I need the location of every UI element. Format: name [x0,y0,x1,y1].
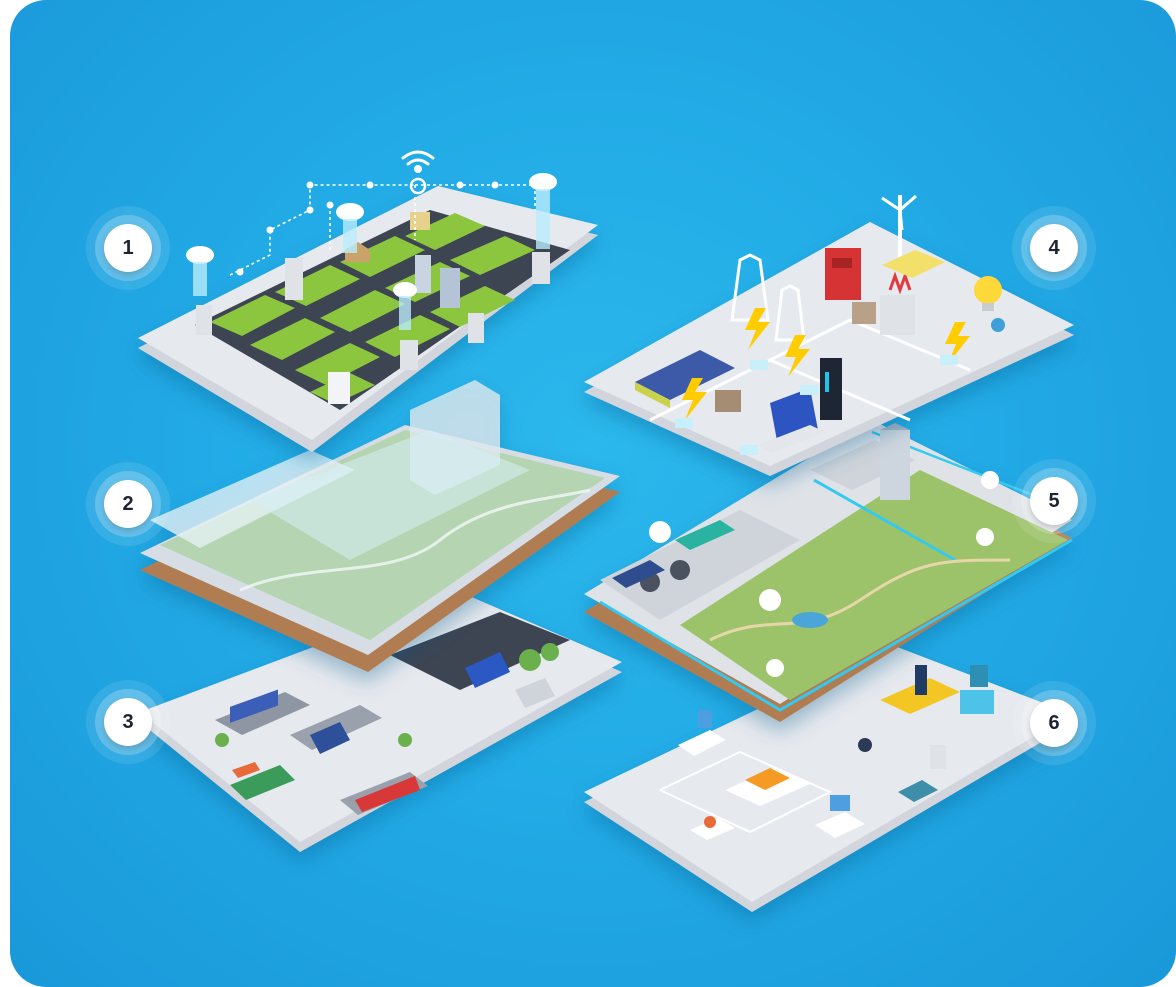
layer-badge-2[interactable]: 2 [104,480,152,528]
layer-badge-3[interactable]: 3 [104,698,152,746]
badge-number-1: 1 [122,236,134,259]
illustration-canvas: 1 2 3 4 5 6 [10,0,1176,987]
badge-number-4: 4 [1048,236,1060,259]
isometric-scene [138,150,1074,912]
platform-2-environment [140,380,620,672]
badge-number-6: 6 [1048,711,1060,734]
badge-number-2: 2 [122,492,134,515]
layer-badge-1[interactable]: 1 [104,224,152,272]
layer-badge-5[interactable]: 5 [1030,477,1078,525]
wifi-icon [401,150,435,195]
layer-badge-6[interactable]: 6 [1030,699,1078,747]
badge-number-5: 5 [1048,489,1060,512]
badge-number-3: 3 [122,710,134,733]
layer-badge-4[interactable]: 4 [1030,224,1078,272]
